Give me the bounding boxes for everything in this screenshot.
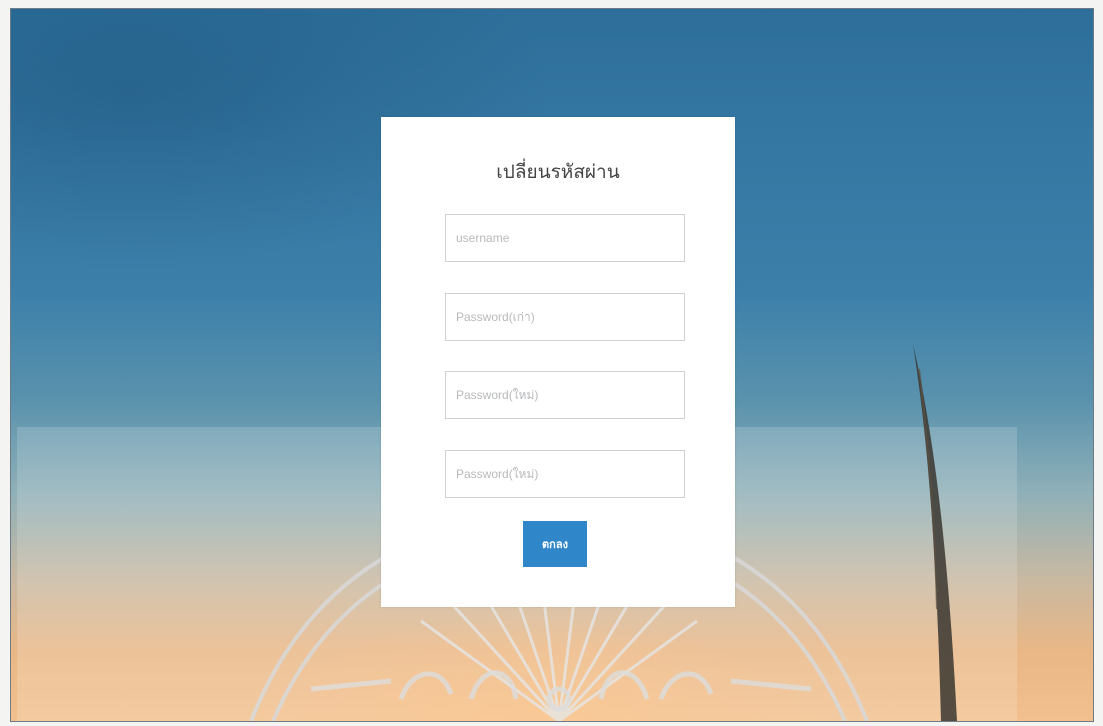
- page-title: เปลี่ยนรหัสผ่าน: [496, 161, 620, 183]
- old-password-input[interactable]: [445, 293, 685, 341]
- submit-button[interactable]: ตกลง: [523, 521, 587, 567]
- confirm-new-password-input[interactable]: [445, 450, 685, 498]
- change-password-card: เปลี่ยนรหัสผ่าน ตกลง: [381, 117, 735, 607]
- new-password-input[interactable]: [445, 371, 685, 419]
- page: เปลี่ยนรหัสผ่าน ตกลง: [0, 0, 1103, 726]
- background-photo: เปลี่ยนรหัสผ่าน ตกลง: [10, 8, 1094, 722]
- username-input[interactable]: [445, 214, 685, 262]
